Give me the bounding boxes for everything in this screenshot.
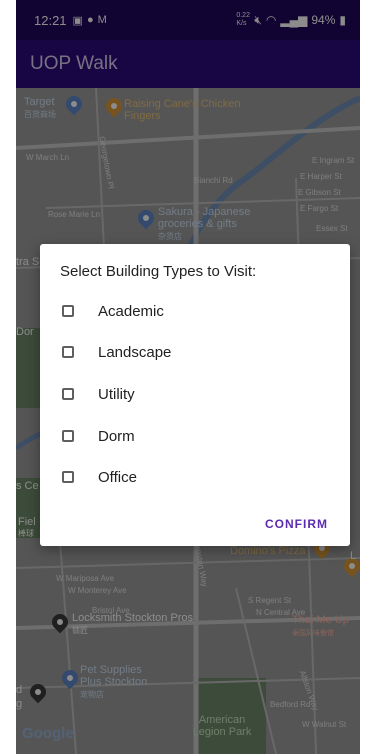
option-utility[interactable]: Utility: [62, 382, 135, 406]
option-dorm[interactable]: Dorm: [62, 424, 135, 448]
option-label-office: Office: [98, 468, 137, 486]
dialog-title: Select Building Types to Visit:: [60, 263, 257, 280]
option-label-academic: Academic: [98, 302, 164, 320]
checkbox-dorm[interactable]: [62, 430, 74, 442]
option-landscape[interactable]: Landscape: [62, 340, 171, 364]
confirm-button[interactable]: CONFIRM: [261, 513, 332, 535]
checkbox-academic[interactable]: [62, 305, 74, 317]
option-label-landscape: Landscape: [98, 343, 172, 361]
option-academic[interactable]: Academic: [62, 299, 164, 323]
option-label-utility: Utility: [98, 385, 135, 403]
phone-screen: 12:21 ▣ ● M 0.22 K/s 🔇︎ ◠ ▂▄▆ 94% ▮ UOP …: [16, 0, 360, 754]
checkbox-landscape[interactable]: [62, 346, 74, 358]
option-label-dorm: Dorm: [98, 427, 135, 445]
checkbox-office[interactable]: [62, 471, 74, 483]
option-office[interactable]: Office: [62, 465, 137, 489]
building-types-dialog: Select Building Types to Visit: Academic…: [40, 244, 350, 546]
checkbox-utility[interactable]: [62, 388, 74, 400]
